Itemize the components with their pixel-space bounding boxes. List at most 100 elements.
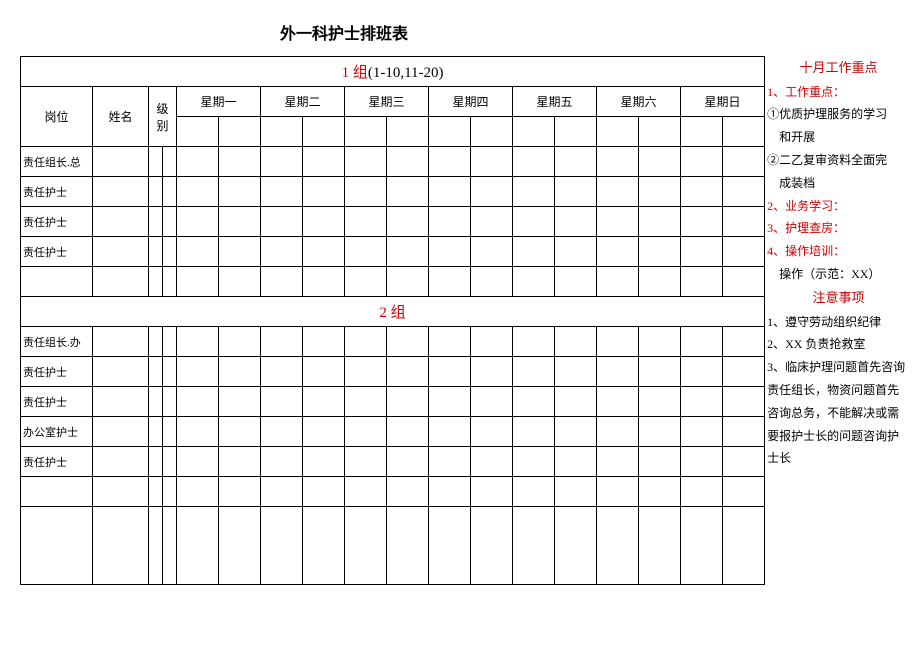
- row-label: [21, 507, 93, 585]
- cell: [513, 327, 555, 357]
- col-day-7: 星期日: [681, 87, 765, 117]
- cell: [163, 387, 177, 417]
- cell: [387, 327, 429, 357]
- cell: [149, 177, 163, 207]
- page-title: 外一科护士排班表: [20, 20, 910, 44]
- subcell: [681, 117, 723, 147]
- cell: [597, 147, 639, 177]
- cell: [177, 507, 219, 585]
- cell: [149, 357, 163, 387]
- cell: [149, 147, 163, 177]
- cell: [261, 447, 303, 477]
- cell: [681, 147, 723, 177]
- cell: [555, 507, 597, 585]
- cell: [513, 237, 555, 267]
- sidebar: 十月工作重点 1、工作重点： ①优质护理服务的学习 和开展 ②二乙复审资料全面完…: [765, 56, 910, 470]
- col-day-1: 星期一: [177, 87, 261, 117]
- cell: [93, 477, 149, 507]
- cell: [345, 327, 387, 357]
- cell: [639, 447, 681, 477]
- cell: [261, 147, 303, 177]
- cell: [681, 327, 723, 357]
- cell: [177, 147, 219, 177]
- cell: [681, 417, 723, 447]
- focus-item4-label: 4、操作培训：: [767, 240, 910, 263]
- cell: [163, 207, 177, 237]
- row-label: 责任护士: [21, 177, 93, 207]
- cell: [597, 207, 639, 237]
- cell: [261, 477, 303, 507]
- cell: [681, 177, 723, 207]
- cell: [597, 507, 639, 585]
- cell: [429, 417, 471, 447]
- cell: [163, 417, 177, 447]
- subcell: [597, 117, 639, 147]
- cell: [681, 357, 723, 387]
- cell: [429, 477, 471, 507]
- cell: [303, 237, 345, 267]
- cell: [639, 477, 681, 507]
- cell: [429, 387, 471, 417]
- cell: [93, 507, 149, 585]
- cell: [387, 147, 429, 177]
- cell: [303, 507, 345, 585]
- cell: [261, 177, 303, 207]
- table-row: 责任组长.总: [21, 147, 765, 177]
- col-position: 岗位: [21, 87, 93, 147]
- cell: [555, 177, 597, 207]
- table-row-empty: [21, 267, 765, 297]
- cell: [723, 447, 765, 477]
- cell: [723, 147, 765, 177]
- focus-item1-b: ②二乙复审资料全面完: [767, 149, 910, 172]
- cell: [513, 447, 555, 477]
- subcell: [723, 117, 765, 147]
- cell: [597, 237, 639, 267]
- cell: [639, 237, 681, 267]
- cell: [555, 477, 597, 507]
- cell: [149, 267, 163, 297]
- cell: [219, 477, 261, 507]
- row-label: 责任组长.办: [21, 327, 93, 357]
- row-label: 责任护士: [21, 237, 93, 267]
- notice-3: 3、临床护理问题首先咨询责任组长，物资问题首先咨询总务，不能解决或需要报护士长的…: [767, 356, 910, 470]
- row-label: [21, 477, 93, 507]
- cell: [149, 207, 163, 237]
- cell: [471, 387, 513, 417]
- cell: [555, 207, 597, 237]
- cell: [303, 357, 345, 387]
- group1-header: 1 组(1-10,11-20): [21, 57, 765, 87]
- cell: [93, 237, 149, 267]
- cell: [387, 177, 429, 207]
- cell: [471, 147, 513, 177]
- focus-item1-label: 1、工作重点：: [767, 81, 910, 104]
- cell: [387, 477, 429, 507]
- cell: [163, 447, 177, 477]
- focus-item1-b2: 成装档: [767, 172, 910, 195]
- cell: [303, 207, 345, 237]
- cell: [345, 387, 387, 417]
- cell: [555, 267, 597, 297]
- subcell: [345, 117, 387, 147]
- cell: [681, 477, 723, 507]
- cell: [681, 207, 723, 237]
- subcell: [555, 117, 597, 147]
- cell: [723, 237, 765, 267]
- cell: [555, 327, 597, 357]
- focus-item4-a: 操作（示范：XX）: [767, 263, 910, 286]
- row-label: 责任护士: [21, 357, 93, 387]
- focus-item2-label: 2、业务学习：: [767, 195, 910, 218]
- cell: [429, 207, 471, 237]
- cell: [681, 387, 723, 417]
- cell: [93, 387, 149, 417]
- cell: [177, 447, 219, 477]
- cell: [387, 417, 429, 447]
- cell: [345, 147, 387, 177]
- cell: [219, 387, 261, 417]
- cell: [163, 177, 177, 207]
- col-day-6: 星期六: [597, 87, 681, 117]
- subcell: [261, 117, 303, 147]
- schedule-table: 1 组(1-10,11-20) 岗位 姓名 级别 星期一 星期二 星期三 星期四…: [20, 56, 765, 585]
- cell: [429, 357, 471, 387]
- cell: [639, 207, 681, 237]
- cell: [471, 207, 513, 237]
